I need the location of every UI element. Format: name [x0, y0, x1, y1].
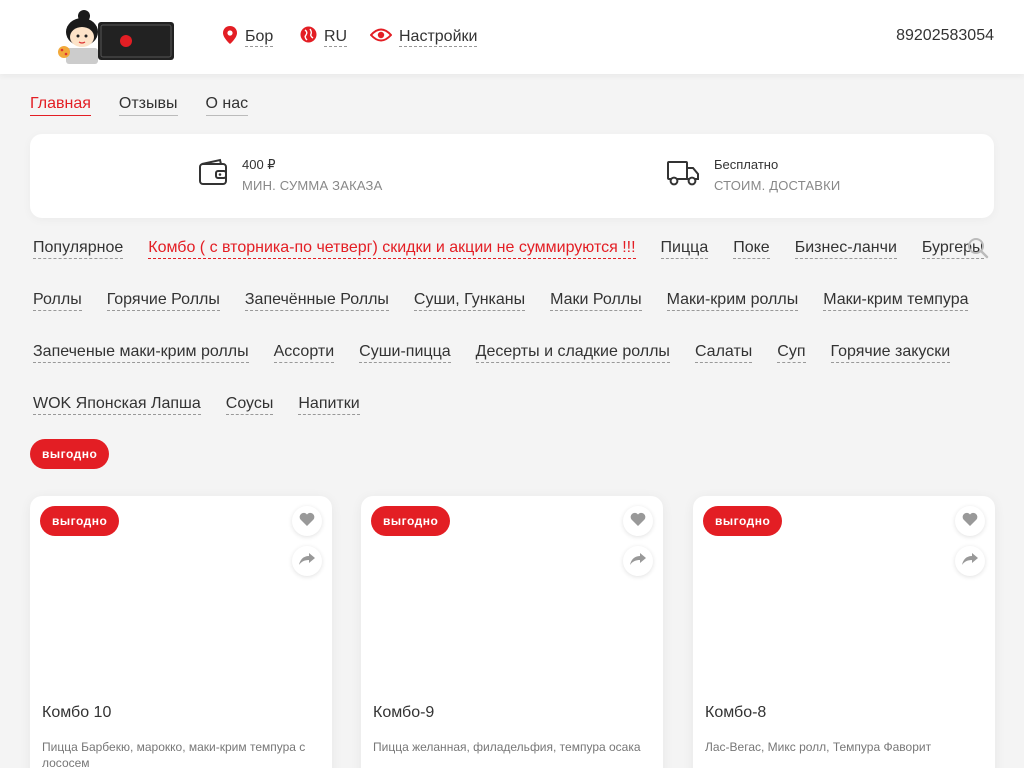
product-title[interactable]: Комбо-8 [705, 704, 766, 722]
category-baked-maki-cream[interactable]: Запеченые маки-крим роллы [33, 342, 249, 363]
category-row: Запеченые маки-крим роллы Ассорти Суши-п… [33, 340, 973, 392]
product-description: Пицца желанная, филадельфия, темпура оса… [373, 740, 641, 754]
favorite-button[interactable] [623, 506, 653, 536]
product-title[interactable]: Комбо 10 [42, 704, 111, 722]
heart-icon [962, 512, 978, 531]
min-order-block: 400 ₽ МИН. СУММА ЗАКАЗА [198, 156, 382, 195]
city-label: Бор [245, 28, 274, 47]
min-order-value: 400 ₽ [242, 157, 276, 172]
category-wok[interactable]: WOK Японская Лапша [33, 394, 201, 415]
category-popular[interactable]: Популярное [33, 238, 124, 259]
share-button[interactable] [955, 546, 985, 576]
share-icon [630, 552, 646, 571]
category-row: Роллы Горячие Роллы Запечённые Роллы Суш… [33, 288, 973, 340]
category-sushi[interactable]: Суши, Гунканы [413, 290, 526, 311]
site-logo[interactable] [54, 8, 176, 66]
category-desserts[interactable]: Десерты и сладкие роллы [475, 342, 670, 363]
product-badge: выгодно [40, 506, 120, 536]
category-soup[interactable]: Суп [777, 342, 806, 363]
site-header: Бор RU Настройки 89202583054 [0, 0, 1024, 74]
product-badge: выгодно [703, 506, 783, 536]
filter-chip-profitable[interactable]: выгодно [30, 439, 110, 469]
main-nav: Главная Отзывы О нас [30, 94, 249, 116]
category-maki-cream[interactable]: Маки-крим роллы [666, 290, 799, 311]
wallet-icon [198, 158, 228, 193]
city-selector[interactable]: Бор [222, 25, 274, 49]
product-description: Пицца Барбекю, марокко, маки-крим темпур… [42, 740, 306, 768]
nav-reviews[interactable]: Отзывы [118, 94, 178, 116]
share-icon [962, 552, 978, 571]
delivery-block: Бесплатно СТОИМ. ДОСТАВКИ [666, 156, 840, 195]
min-order-label: МИН. СУММА ЗАКАЗА [242, 178, 383, 193]
settings-label: Настройки [399, 28, 478, 47]
category-row: Популярное Комбо ( с вторника-по четверг… [33, 236, 984, 288]
category-drinks[interactable]: Напитки [298, 394, 360, 415]
nav-home[interactable]: Главная [30, 94, 91, 116]
delivery-label: СТОИМ. ДОСТАВКИ [714, 178, 841, 193]
product-card[interactable]: выгодно Комбо-8 Лас-Вегас, Микс ролл, Те… [693, 496, 995, 768]
order-info-card: 400 ₽ МИН. СУММА ЗАКАЗА Бесплатно СТОИМ.… [30, 134, 994, 218]
category-sushi-pizza[interactable]: Суши-пицца [359, 342, 451, 363]
truck-icon [666, 158, 700, 193]
settings-link[interactable]: Настройки [369, 26, 478, 48]
category-hot-rolls[interactable]: Горячие Роллы [106, 290, 220, 311]
category-combo[interactable]: Комбо ( с вторника-по четверг) скидки и … [148, 238, 636, 259]
category-hot-snacks[interactable]: Горячие закуски [830, 342, 951, 363]
nav-about[interactable]: О нас [205, 94, 249, 116]
product-description: Лас-Вегас, Микс ролл, Темпура Фаворит [705, 740, 932, 754]
globe-icon [300, 26, 317, 48]
share-button[interactable] [292, 546, 322, 576]
favorite-button[interactable] [292, 506, 322, 536]
category-row: WOK Японская Лапша Соусы Напитки [33, 392, 973, 444]
category-pizza[interactable]: Пицца [660, 238, 709, 259]
language-label: RU [324, 28, 348, 47]
heart-icon [630, 512, 646, 531]
phone-number[interactable]: 89202583054 [896, 27, 994, 45]
share-icon [299, 552, 315, 571]
category-sauces[interactable]: Соусы [225, 394, 274, 415]
favorite-button[interactable] [955, 506, 985, 536]
product-card[interactable]: выгодно Комбо 10 Пицца Барбекю, марокко,… [30, 496, 332, 768]
language-selector[interactable]: RU [300, 26, 348, 48]
product-badge: выгодно [371, 506, 451, 536]
product-title[interactable]: Комбо-9 [373, 704, 434, 722]
heart-icon [299, 512, 315, 531]
share-button[interactable] [623, 546, 653, 576]
category-menu: Популярное Комбо ( с вторника-по четверг… [33, 236, 984, 444]
category-assorti[interactable]: Ассорти [273, 342, 335, 363]
search-icon[interactable] [966, 236, 990, 260]
category-business-lunch[interactable]: Бизнес-ланчи [794, 238, 897, 259]
delivery-value: Бесплатно [714, 157, 779, 172]
category-maki[interactable]: Маки Роллы [550, 290, 642, 311]
eye-icon [369, 28, 393, 47]
category-baked-rolls[interactable]: Запечённые Роллы [244, 290, 389, 311]
category-rolls[interactable]: Роллы [33, 290, 82, 311]
location-pin-icon [222, 25, 238, 49]
category-salads[interactable]: Салаты [694, 342, 753, 363]
product-card[interactable]: выгодно Комбо-9 Пицца желанная, филадель… [361, 496, 663, 768]
category-maki-cream-tempura[interactable]: Маки-крим темпура [823, 290, 969, 311]
category-poke[interactable]: Поке [733, 238, 770, 259]
